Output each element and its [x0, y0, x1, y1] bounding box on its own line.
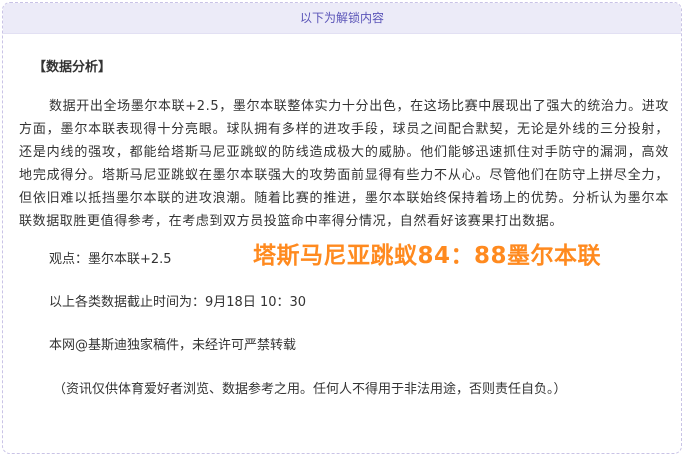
data-cutoff-time: 以上各类数据截止时间为：9月18日 10：30	[49, 295, 307, 310]
disclaimer-notice: （资讯仅供体育爱好者浏览、数据参考之用。任何人不得用于非法用途，否则责任自负。）	[53, 382, 567, 397]
view-line: 观点：墨尔本联+2.5	[49, 252, 172, 267]
score-prediction: 塔斯马尼亚跳蚁84：88墨尔本联	[253, 243, 602, 269]
unlocked-content-card: 以下为解锁内容 【数据分析】 数据开出全场墨尔本联+2.5，墨尔本联整体实力十分…	[2, 2, 682, 454]
unlock-banner: 以下为解锁内容	[3, 3, 681, 34]
copyright-notice: 本网@基斯迪独家稿件，未经许可严禁转载	[49, 338, 297, 353]
analysis-paragraph: 数据开出全场墨尔本联+2.5，墨尔本联整体实力十分出色，在这场比赛中展现出了强大…	[19, 99, 669, 229]
section-title: 【数据分析】	[33, 60, 112, 75]
